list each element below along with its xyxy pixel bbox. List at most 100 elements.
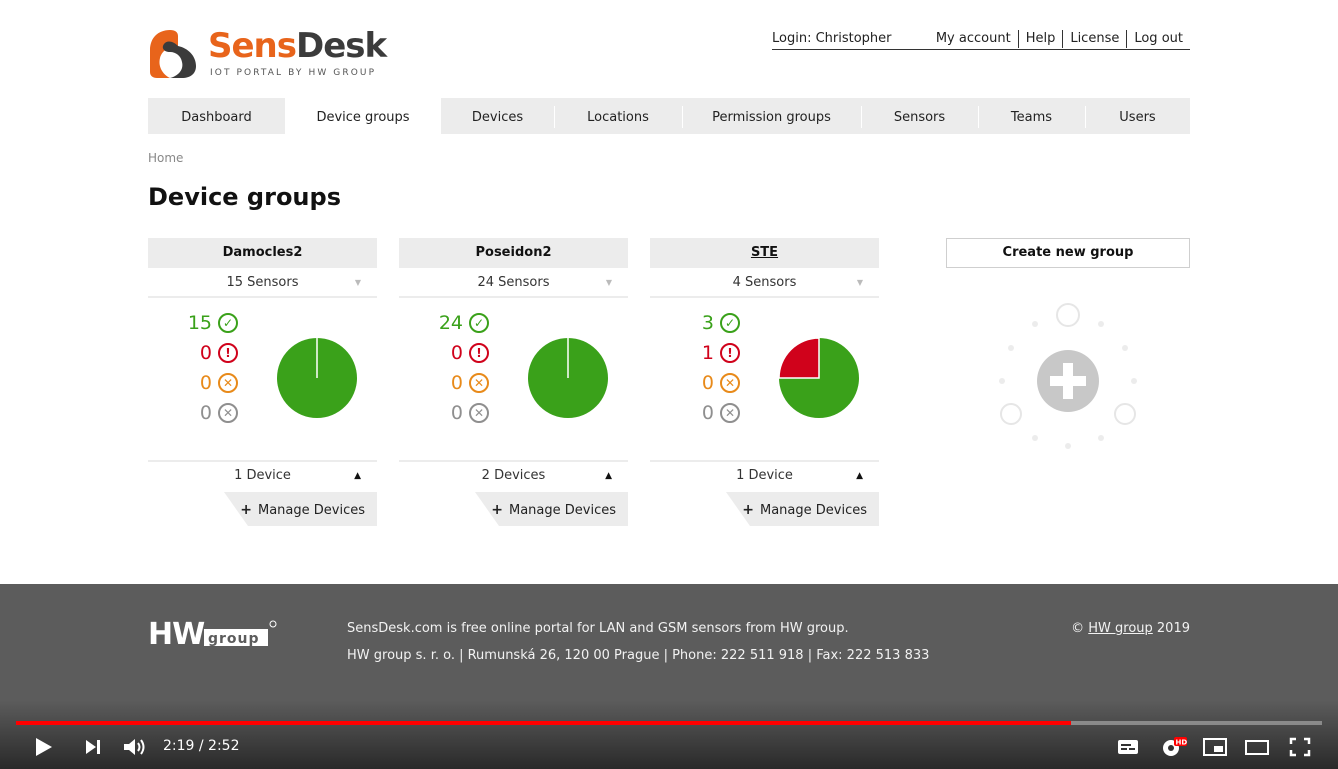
ok-count: 3 ✓ [702, 312, 740, 334]
hw-logo-letters: HW [148, 618, 205, 650]
warning-count-value: 0 [199, 372, 212, 394]
hw-logo-sub: group [208, 631, 260, 647]
manage-devices-label: + Manage Devices [742, 492, 867, 529]
alert-circle-icon: ! [218, 343, 238, 363]
svg-text:HD: HD [1176, 739, 1188, 747]
logout-link[interactable]: Log out [1126, 30, 1190, 48]
sensdesk-logo[interactable]: SensDesk IOT PORTAL BY HW GROUP [148, 26, 388, 80]
ok-count-value: 15 [187, 312, 212, 334]
status-pie-chart [528, 338, 608, 418]
chevron-down-icon: ▼ [605, 278, 612, 287]
sensors-count: 4 Sensors [732, 275, 797, 290]
play-icon[interactable] [34, 736, 54, 758]
offline-count: 0 ✕ [200, 402, 238, 424]
license-link[interactable]: License [1062, 30, 1126, 48]
status-pie-chart [778, 337, 859, 418]
copyright-year: 2019 [1152, 621, 1190, 636]
my-account-link[interactable]: My account [929, 30, 1018, 48]
group-name[interactable]: Poseidon2 [399, 238, 628, 268]
subtitles-icon[interactable] [1116, 736, 1140, 758]
footer-address: HW group s. r. o. | Rumunská 26, 120 00 … [347, 648, 930, 663]
group-name[interactable]: Damocles2 [148, 238, 377, 268]
hw-group-logo[interactable]: HW group [148, 617, 280, 654]
error-count-value: 0 [199, 342, 212, 364]
caret-up-icon: ▲ [856, 471, 863, 481]
sensors-dropdown[interactable]: 15 Sensors ▼ [148, 268, 377, 298]
sensdesk-page: SensDesk IOT PORTAL BY HW GROUP Login: C… [0, 0, 1338, 769]
login-label: Login: Christopher [772, 31, 892, 46]
manage-devices-label: + Manage Devices [240, 492, 365, 529]
brand-tagline: IOT PORTAL BY HW GROUP [210, 68, 377, 78]
offline-count-value: 0 [199, 402, 212, 424]
manage-devices-button[interactable]: + Manage Devices [650, 492, 879, 526]
brand-name-part-a: Sens [208, 26, 297, 66]
tab-device-groups[interactable]: Device groups [285, 98, 441, 134]
create-new-group-button[interactable]: Create new group [946, 238, 1190, 268]
plus-icon: + [240, 502, 252, 518]
devices-toggle[interactable]: 2 Devices ▲ [399, 460, 628, 490]
group-card-damocles2: Damocles2 15 Sensors ▼ 15 ✓ 0! 0 ✕ 0 ✕ 1 De… [148, 238, 377, 526]
manage-devices-label: + Manage Devices [491, 492, 616, 529]
theater-mode-icon[interactable] [1244, 736, 1270, 758]
group-card-poseidon2: Poseidon2 24 Sensors ▼ 24 ✓ 0! 0 ✕ 0 ✕ 2 De… [399, 238, 628, 526]
copyright-prefix: © [1071, 621, 1089, 636]
x-circle-offline-icon: ✕ [218, 403, 238, 423]
footer-copyright: © HW group 2019 [1071, 621, 1190, 636]
manage-devices-text: Manage Devices [759, 503, 867, 518]
devices-count: 2 Devices [481, 468, 546, 483]
tab-permission-groups[interactable]: Permission groups [682, 98, 861, 134]
check-circle-icon: ✓ [720, 313, 740, 333]
ok-count-value: 24 [438, 312, 463, 334]
offline-count-value: 0 [450, 402, 463, 424]
status-pie-chart [277, 338, 357, 418]
offline-count: 0 ✕ [451, 402, 489, 424]
sensors-count: 24 Sensors [477, 275, 550, 290]
tab-teams[interactable]: Teams [978, 98, 1085, 134]
video-progress-bar[interactable] [16, 721, 1322, 725]
tab-locations[interactable]: Locations [554, 98, 682, 134]
manage-devices-button[interactable]: + Manage Devices [148, 492, 377, 526]
help-link[interactable]: Help [1017, 30, 1063, 48]
settings-hd-icon[interactable]: HD [1160, 736, 1188, 758]
tab-sensors[interactable]: Sensors [861, 98, 978, 134]
devices-toggle[interactable]: 1 Device ▲ [650, 460, 879, 490]
hw-group-link[interactable]: HW group [1088, 621, 1153, 636]
check-circle-icon: ✓ [218, 313, 238, 333]
devices-toggle[interactable]: 1 Device ▲ [148, 460, 377, 490]
plus-icon: + [491, 502, 503, 518]
next-icon[interactable] [84, 736, 102, 758]
video-controls-bar [0, 700, 1338, 769]
chevron-down-icon: ▼ [856, 278, 863, 287]
ok-count: 15 ✓ [188, 312, 238, 334]
warning-count-value: 0 [701, 372, 714, 394]
tab-devices[interactable]: Devices [441, 98, 554, 134]
add-group-plus-icon[interactable] [994, 300, 1142, 455]
volume-icon[interactable] [122, 736, 148, 758]
group-name[interactable]: STE [650, 238, 879, 268]
tab-dashboard[interactable]: Dashboard [148, 98, 285, 134]
video-progress-fill [16, 721, 1072, 725]
hw-group-logo-icon: HW group [148, 617, 277, 652]
devices-count: 1 Device [736, 468, 793, 483]
offline-count-value: 0 [701, 402, 714, 424]
caret-up-icon: ▲ [605, 471, 612, 481]
error-count: 1! [702, 342, 740, 364]
pie-slice-error [778, 337, 820, 379]
chevron-down-icon: ▼ [354, 278, 361, 287]
manage-devices-button[interactable]: + Manage Devices [399, 492, 628, 526]
fullscreen-icon[interactable] [1288, 736, 1312, 758]
offline-count: 0 ✕ [702, 402, 740, 424]
manage-devices-text: Manage Devices [508, 503, 616, 518]
video-time: 2:19 / 2:52 [163, 738, 240, 754]
main-nav: Dashboard Device groups Devices Location… [148, 98, 1190, 134]
sensors-dropdown[interactable]: 4 Sensors ▼ [650, 268, 879, 298]
sensors-dropdown[interactable]: 24 Sensors ▼ [399, 268, 628, 298]
account-links: My account Help License Log out [929, 30, 1190, 48]
sensors-count: 15 Sensors [226, 275, 299, 290]
alert-circle-icon: ! [720, 343, 740, 363]
warning-count: 0 ✕ [451, 372, 489, 394]
tab-users[interactable]: Users [1085, 98, 1190, 134]
breadcrumb-home[interactable]: Home [148, 151, 183, 165]
miniplayer-icon[interactable] [1202, 736, 1228, 758]
ok-count-value: 3 [701, 312, 714, 334]
